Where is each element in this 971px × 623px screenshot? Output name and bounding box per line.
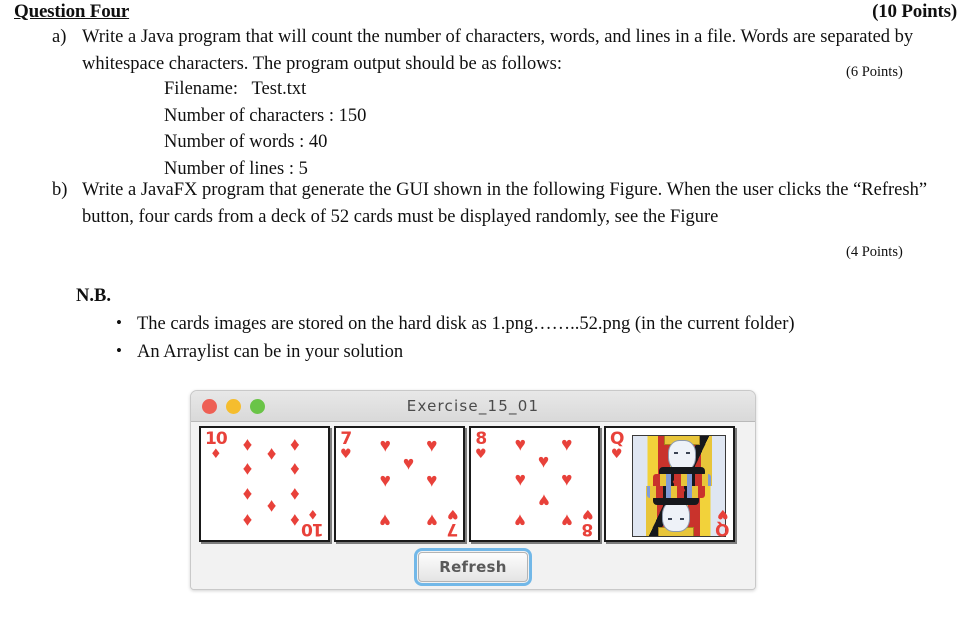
pip: ♦ [266, 495, 277, 517]
card-rank: 7 [447, 519, 459, 539]
card-corner-bottom-right: Q ♥ [715, 506, 729, 539]
pip: ♥ [514, 469, 526, 491]
card-suit-pip: ♥ [716, 506, 729, 521]
heart-emblem-icon: ♥ [679, 486, 686, 494]
card-corner-top-left: 10 ♦ [205, 429, 228, 462]
pip: ♦ [242, 483, 253, 505]
pip: ♥ [379, 470, 391, 492]
card-corner-bottom-right: 10 ♦ [302, 506, 324, 539]
card-corner-top-left: Q ♥ [610, 429, 624, 462]
card-corner-bottom-right: 7 ♥ [447, 506, 459, 539]
card-corner-top-left: 8 ♥ [475, 429, 487, 462]
window-body: 10 ♦ ♦ ♦ ♦ ♦ ♦ ♦ ♦ ♦ ♦ ♦ 10 ♦ 7 ♥ ♥ ♥ ♥ … [191, 422, 755, 589]
button-area: Refresh [191, 548, 755, 586]
card[interactable]: 10 ♦ ♦ ♦ ♦ ♦ ♦ ♦ ♦ ♦ ♦ ♦ 10 ♦ [199, 426, 330, 542]
maximize-icon[interactable] [250, 398, 265, 414]
pip: ♥ [537, 451, 550, 473]
pip: ♥ [426, 435, 438, 457]
card[interactable]: 8 ♥ ♥ ♥ ♥ ♥ ♥ ♥ ♥ ♥ 8 ♥ [469, 426, 600, 542]
queen-lower-half: ♥ [633, 486, 725, 536]
pip: ♦ [242, 434, 253, 456]
nb-heading: N.B. [76, 286, 111, 306]
card-suit-pip: ♥ [610, 447, 623, 462]
window-titlebar: Exercise_15_01 [191, 391, 755, 422]
pip: ♥ [379, 509, 391, 531]
output-line-filename: Filename: Test.txt [164, 79, 307, 99]
heart-emblem-icon: ♥ [672, 478, 679, 486]
output-line-words: Number of words : 40 [164, 132, 328, 152]
card[interactable]: 7 ♥ ♥ ♥ ♥ ♥ ♥ ♥ ♥ 7 ♥ [334, 426, 465, 542]
window-title: Exercise_15_01 [406, 397, 540, 415]
pip: ♥ [379, 435, 391, 457]
question-item-a: a) Write a Java program that will count … [52, 24, 952, 77]
pip: ♥ [514, 434, 526, 456]
pip: ♥ [561, 469, 573, 491]
queen-face-illustration: ♥ ♥ [632, 435, 726, 537]
pip: ♦ [290, 483, 300, 505]
list-item: The cards images are stored on the hard … [112, 309, 795, 338]
card-suit-pip: ♥ [340, 447, 352, 462]
question-header: Question Four (10 Points) [14, 1, 957, 23]
traffic-lights [202, 398, 265, 414]
minimize-icon[interactable] [226, 398, 241, 414]
item-a-marker: a) [52, 27, 67, 47]
card-pip-grid: ♥ ♥ ♥ ♥ ♥ ♥ ♥ ♥ [497, 433, 590, 535]
item-a-points: (6 Points) [846, 64, 903, 80]
pip: ♥ [514, 509, 526, 531]
card-corner-bottom-right: 8 ♥ [582, 506, 594, 539]
pip: ♥ [561, 509, 573, 531]
item-a-text: Write a Java program that will count the… [82, 27, 914, 74]
card-suit-pip: ♥ [447, 506, 459, 521]
card-rank: Q [715, 519, 729, 539]
card[interactable]: Q ♥ ♥ ♥ Q ♥ [604, 426, 735, 542]
item-b-marker: b) [52, 180, 68, 200]
close-icon[interactable] [202, 398, 217, 414]
pip: ♦ [242, 509, 253, 531]
pip: ♦ [290, 434, 300, 456]
card-rank: 8 [582, 519, 594, 539]
refresh-button[interactable]: Refresh [414, 548, 532, 586]
card-rank: 8 [475, 429, 487, 449]
output-line-characters: Number of characters : 150 [164, 105, 367, 126]
pip: ♥ [537, 489, 550, 511]
question-item-b: b) Write a JavaFX program that generate … [52, 177, 952, 230]
pip: ♥ [561, 434, 573, 456]
queen-torso [653, 474, 712, 486]
card-rank: Q [610, 429, 624, 449]
card-row: 10 ♦ ♦ ♦ ♦ ♦ ♦ ♦ ♦ ♦ ♦ ♦ 10 ♦ 7 ♥ ♥ ♥ ♥ … [199, 426, 749, 542]
card-pip-grid: ♥ ♥ ♥ ♥ ♥ ♥ ♥ [362, 433, 455, 535]
card-rank: 7 [340, 429, 352, 449]
card-suit-pip: ♥ [475, 447, 487, 462]
pip: ♦ [290, 458, 300, 480]
card-rank: 10 [205, 429, 228, 449]
pip: ♦ [290, 509, 300, 531]
sample-output-block: Filename: Test.txt Number of characters … [164, 76, 366, 182]
card-corner-top-left: 7 ♥ [340, 429, 352, 462]
pip: ♦ [266, 443, 277, 465]
card-rank: 10 [302, 519, 324, 539]
card-suit-pip: ♥ [582, 506, 594, 521]
app-window-screenshot: Exercise_15_01 10 ♦ ♦ ♦ ♦ ♦ ♦ ♦ ♦ ♦ ♦ ♦ … [190, 390, 756, 590]
item-b-points: (4 Points) [846, 244, 903, 260]
pip: ♥ [426, 470, 438, 492]
page-title: Question Four [14, 1, 130, 22]
item-b-text: Write a JavaFX program that generate the… [82, 180, 928, 227]
pip: ♥ [426, 509, 438, 531]
pip: ♥ [402, 453, 415, 475]
queen-torso [646, 486, 705, 498]
card-suit-pip: ♦ [210, 447, 222, 462]
queen-upper-half: ♥ [633, 436, 725, 486]
nb-list: The cards images are stored on the hard … [112, 309, 795, 366]
pip: ♦ [242, 458, 253, 480]
total-points: (10 Points) [872, 1, 957, 22]
list-item: An Arraylist can be in your solution [112, 337, 795, 366]
